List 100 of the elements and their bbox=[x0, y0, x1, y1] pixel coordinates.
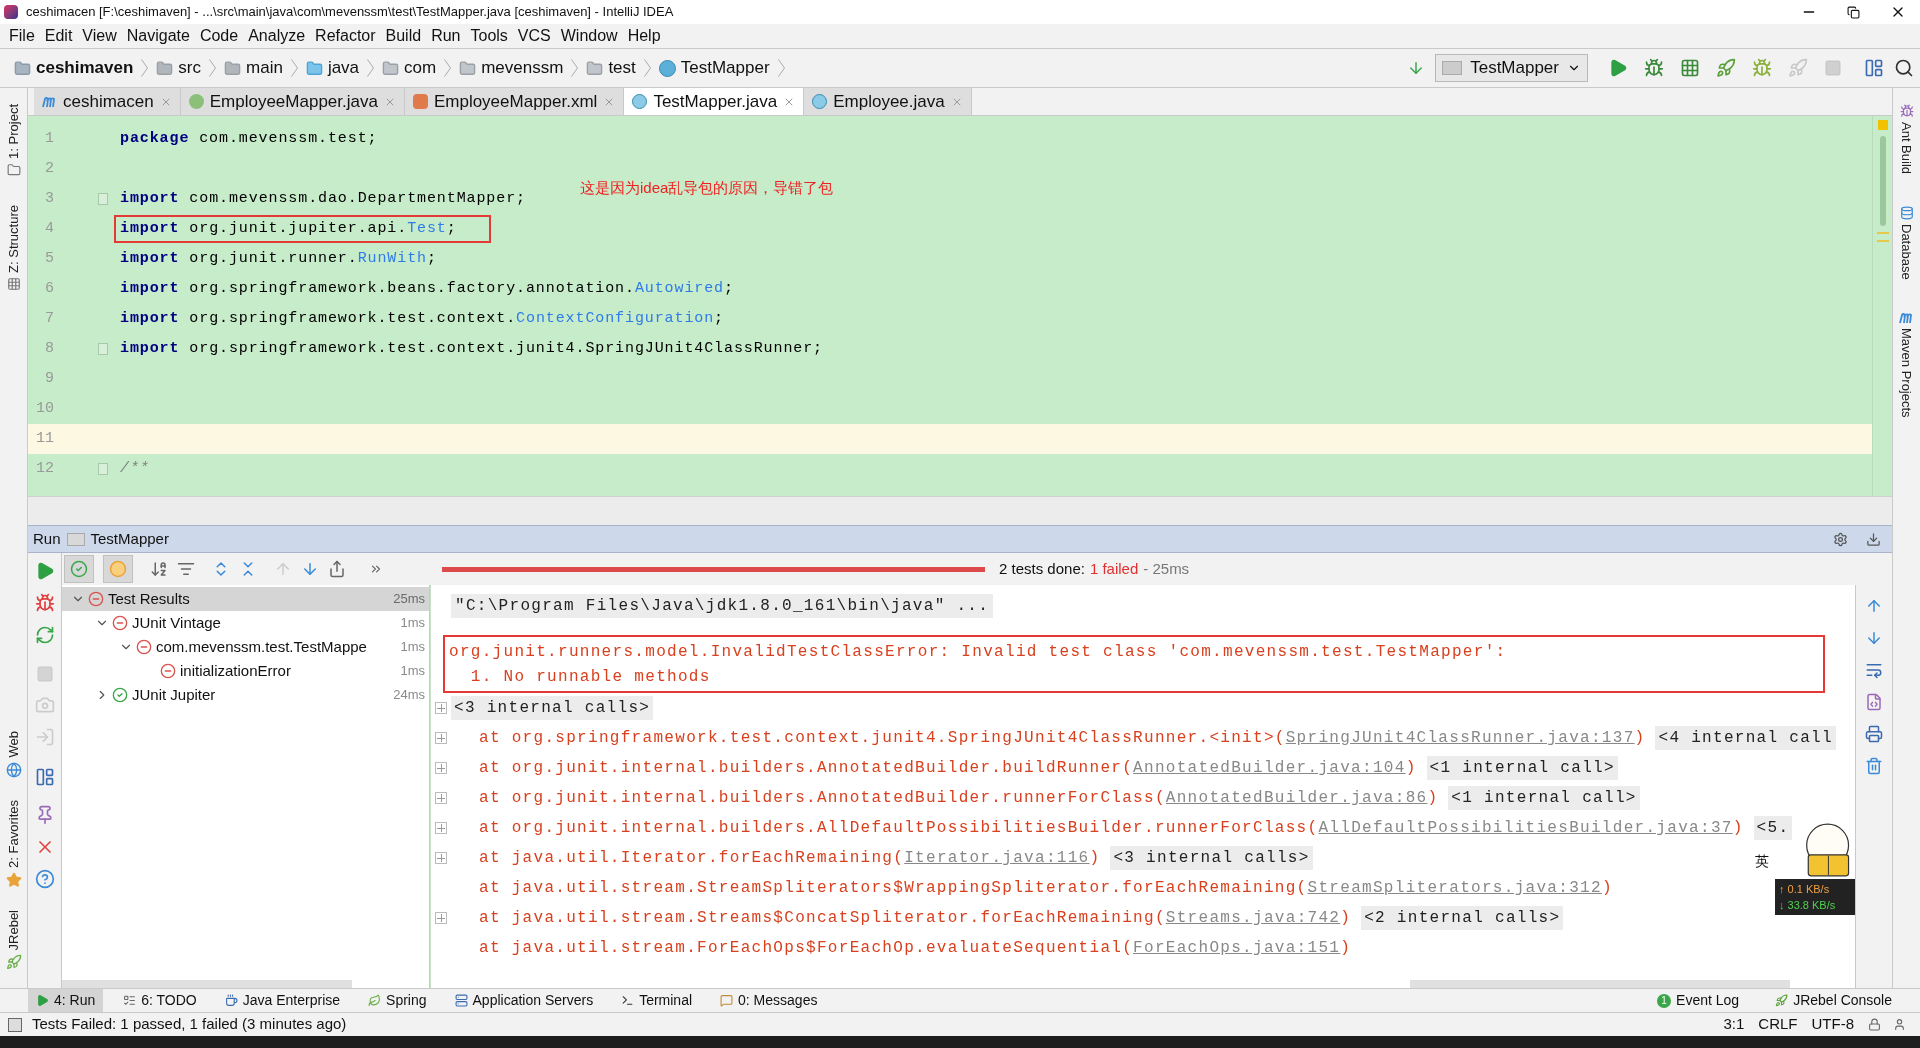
run-config-dropdown[interactable]: TestMapper bbox=[1435, 54, 1588, 82]
menu-item[interactable]: Window bbox=[555, 24, 623, 48]
tool-window-tab[interactable]: 6: TODO bbox=[115, 988, 205, 1013]
stack-frame-end: ) bbox=[1089, 848, 1101, 869]
tool-window-tab[interactable]: 1: Project bbox=[3, 100, 24, 181]
menu-item[interactable]: Build bbox=[380, 24, 427, 48]
tool-window-tab[interactable]: 4: Run bbox=[28, 988, 104, 1013]
tool-window-tab[interactable]: 2: Favorites bbox=[3, 795, 24, 892]
test-tree-item[interactable]: Test Results 25ms bbox=[62, 587, 429, 611]
menu-item[interactable]: Navigate bbox=[121, 24, 195, 48]
menu-item[interactable]: Tools bbox=[465, 24, 513, 48]
line-number: 8 bbox=[44, 338, 54, 359]
editor-tab[interactable]: ceshimacen bbox=[34, 88, 181, 115]
tool-window-tab[interactable]: 0: Messages bbox=[712, 988, 826, 1013]
event-count-badge: 1 bbox=[1657, 993, 1672, 1008]
breadcrumb[interactable]: test bbox=[582, 55, 640, 81]
cursor-position[interactable]: 3:1 bbox=[1723, 1013, 1745, 1036]
tool-window-tab[interactable]: JRebel bbox=[3, 905, 24, 974]
annotation-note: 这是因为idea乱导包的原因，导错了包 bbox=[580, 177, 834, 198]
folded-calls[interactable]: <5. bbox=[1753, 816, 1793, 840]
status-message: Tests Failed: 1 passed, 1 failed (3 minutes ago) bbox=[32, 1014, 347, 1035]
stack-frame: at java.util.Iterator.forEachRemaining( bbox=[479, 846, 905, 870]
encoding-selector[interactable]: UTF-8 bbox=[1811, 1013, 1854, 1036]
editor-tab[interactable]: EmployeeMapper.java bbox=[180, 88, 405, 115]
test-tree-item[interactable]: initializationError 1ms bbox=[62, 659, 429, 683]
line-number: 4 bbox=[44, 218, 54, 239]
breadcrumb[interactable]: ceshimaven bbox=[10, 55, 138, 81]
tool-window-tab[interactable]: Ant Build bbox=[1896, 100, 1917, 179]
menu-item[interactable]: Analyze bbox=[243, 24, 311, 48]
stack-frame-end: ) bbox=[1427, 788, 1439, 809]
source-link[interactable]: AnnotatedBuilder.java:86 bbox=[1165, 786, 1428, 810]
breadcrumb[interactable]: src bbox=[152, 55, 205, 81]
test-tree-item[interactable]: JUnit Vintage 1ms bbox=[62, 611, 429, 635]
breadcrumb[interactable]: TestMapper bbox=[654, 55, 774, 81]
folded-calls[interactable]: <1 internal call> bbox=[1448, 786, 1640, 810]
test-tree-item[interactable]: JUnit Jupiter 24ms bbox=[62, 683, 429, 707]
menu-item[interactable]: Refactor bbox=[310, 24, 381, 48]
test-name: com.mevenssm.test.TestMappe bbox=[156, 636, 368, 657]
window-title: ceshimacen [F:\ceshimaven] - ...\src\main\java\com\mevenssm\test\TestMapper.java [ceshimaven] - IntelliJ IDEA bbox=[26, 3, 674, 22]
test-duration: - 25ms bbox=[1143, 558, 1190, 579]
line-number: 11 bbox=[35, 428, 54, 449]
line-number: 1 bbox=[44, 128, 54, 149]
stack-frame: at java.util.stream.ForEachOps$ForEachOp.evaluateSequential( bbox=[479, 936, 1134, 960]
menu-item[interactable]: VCS bbox=[512, 24, 556, 48]
download-speed: ↓ 33.8 KB/s bbox=[1779, 898, 1837, 913]
line-number: 2 bbox=[44, 158, 54, 179]
line-number: 9 bbox=[44, 368, 54, 389]
tool-window-tab[interactable]: Spring bbox=[360, 988, 435, 1013]
line-separator-selector[interactable]: CRLF bbox=[1758, 1013, 1798, 1036]
menu-item[interactable]: Code bbox=[194, 24, 244, 48]
editor-tab[interactable]: EmployeeMapper.xml bbox=[404, 88, 625, 115]
source-link[interactable]: Streams.java:742 bbox=[1165, 906, 1341, 930]
tool-window-tab[interactable]: 1 Event Log bbox=[1649, 990, 1748, 1011]
breadcrumb[interactable]: java bbox=[301, 55, 364, 81]
source-link[interactable]: ForEachOps.java:151 bbox=[1133, 936, 1341, 960]
menu-item[interactable]: Run bbox=[426, 24, 466, 48]
source-link[interactable]: SpringJUnit4ClassRunner.java:137 bbox=[1285, 726, 1635, 750]
folded-calls[interactable]: <1 internal call> bbox=[1426, 756, 1618, 780]
source-link[interactable]: AllDefaultPossibilitiesBuilder.java:37 bbox=[1318, 816, 1733, 840]
test-name: Test Results bbox=[108, 588, 191, 609]
run-config-tab[interactable]: TestMapper bbox=[90, 527, 169, 551]
tool-window-tab[interactable]: Maven Projects bbox=[1896, 307, 1917, 422]
test-duration: 1ms bbox=[400, 614, 425, 633]
source-link[interactable]: AnnotatedBuilder.java:104 bbox=[1133, 756, 1406, 780]
tool-window-tab[interactable]: Z: Structure bbox=[3, 200, 24, 295]
test-duration: 24ms bbox=[393, 686, 425, 705]
source-link[interactable]: StreamSpliterators.java:312 bbox=[1307, 876, 1602, 900]
folded-calls[interactable]: <3 internal calls> bbox=[1110, 846, 1313, 870]
source-link[interactable]: Iterator.java:116 bbox=[904, 846, 1090, 870]
code-line: import org.springframework.test.context.junit4.SpringJUnit4ClassRunner; bbox=[120, 338, 824, 359]
test-duration: 1ms bbox=[400, 638, 425, 657]
editor-tab[interactable]: TestMapper.java bbox=[624, 88, 805, 115]
tool-window-tab[interactable]: Application Servers bbox=[446, 988, 602, 1013]
code-line: /** bbox=[120, 458, 150, 479]
tool-window-tab[interactable]: Database bbox=[1896, 202, 1917, 284]
breadcrumb[interactable]: mevenssm bbox=[455, 55, 568, 81]
menu-item[interactable]: Help bbox=[622, 24, 666, 48]
editor-tab[interactable]: Employee.java bbox=[804, 88, 972, 115]
folded-calls[interactable]: <2 internal calls> bbox=[1361, 906, 1564, 930]
menu-item[interactable]: File bbox=[4, 24, 40, 48]
stack-frame-end: ) bbox=[1405, 758, 1417, 779]
menu-item[interactable]: View bbox=[77, 24, 122, 48]
stack-frame: at org.junit.internal.builders.AnnotatedBuilder.runnerForClass( bbox=[479, 786, 1166, 810]
menu-item[interactable]: Edit bbox=[39, 24, 78, 48]
folded-calls[interactable]: <3 internal calls> bbox=[451, 696, 654, 720]
tool-window-tab[interactable]: Web bbox=[3, 727, 24, 782]
failed-count: 1 failed bbox=[1089, 558, 1139, 579]
test-duration: 25ms bbox=[393, 590, 425, 609]
tool-window-tab[interactable]: Java Enterprise bbox=[216, 988, 349, 1013]
line-number: 3 bbox=[44, 188, 54, 209]
tool-window-tab[interactable]: JRebel Console bbox=[1767, 990, 1900, 1011]
stack-frame: at org.springframework.test.context.junit4.SpringJUnit4ClassRunner.<init>( bbox=[479, 726, 1286, 750]
tool-window-tab[interactable]: Terminal bbox=[613, 988, 701, 1013]
panel-title: Run bbox=[33, 528, 61, 549]
test-tree-item[interactable]: com.mevenssm.test.TestMappe 1ms bbox=[62, 635, 429, 659]
breadcrumb[interactable]: com bbox=[378, 55, 441, 81]
breadcrumb[interactable]: main bbox=[220, 55, 287, 81]
folded-calls[interactable]: <4 internal call bbox=[1655, 726, 1836, 750]
test-name: JUnit Jupiter bbox=[132, 684, 217, 705]
line-number: 12 bbox=[35, 458, 54, 479]
